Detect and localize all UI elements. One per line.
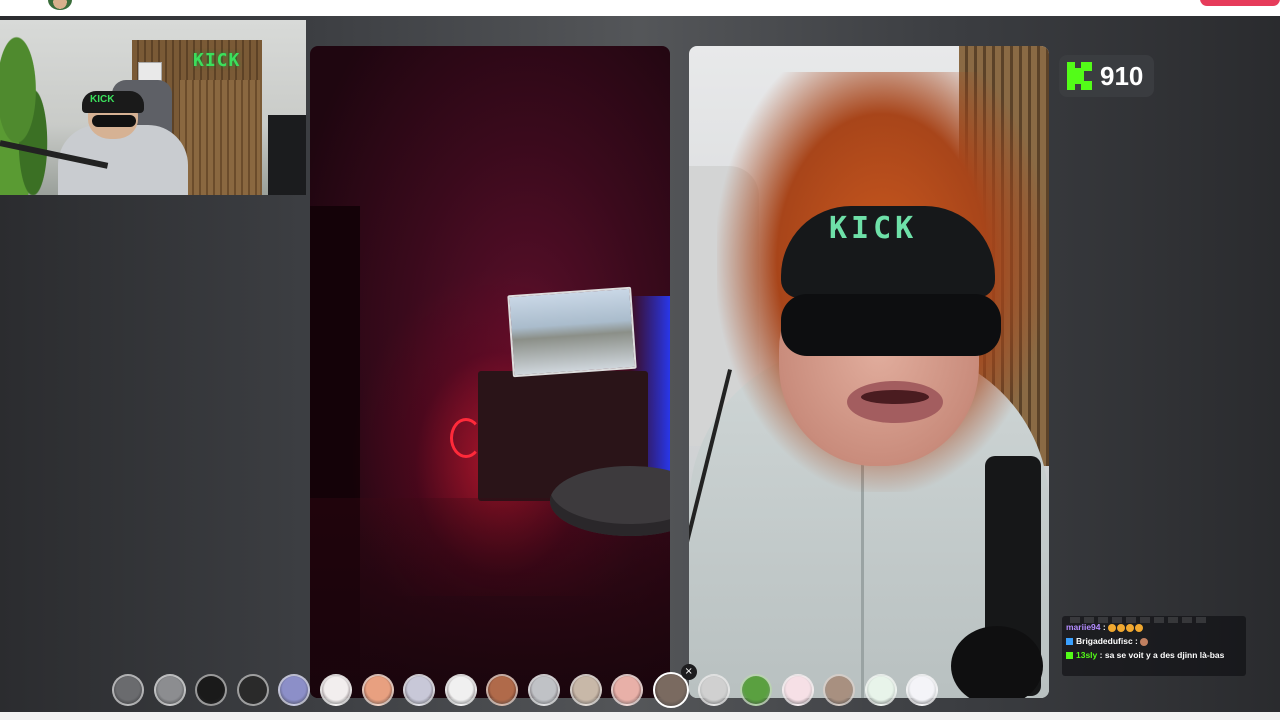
emote-icon [1108, 623, 1117, 632]
top-bar [0, 0, 1280, 16]
effect-pig-icon[interactable] [781, 674, 814, 706]
effect-grey-face-icon[interactable] [698, 674, 731, 706]
chat-message: 13sly : sa se voit y a des djinn là-bas [1066, 648, 1242, 662]
chat-username[interactable]: Brigadedufisc [1076, 636, 1133, 646]
effect-alien-icon[interactable] [739, 674, 772, 706]
effect-speed-icon[interactable] [236, 674, 269, 706]
sunglasses [781, 294, 1001, 356]
effect-panda-icon[interactable] [444, 674, 477, 706]
video-call-left-panel [310, 46, 670, 698]
plant-decoration [0, 20, 55, 195]
cap-logo: KICK [90, 94, 115, 105]
live-button[interactable] [1200, 0, 1280, 6]
emote-icon [1135, 623, 1144, 632]
chat-separator: : [1132, 636, 1141, 646]
chat-header [1070, 617, 1210, 623]
effect-robot-icon[interactable] [403, 674, 436, 706]
close-icon[interactable]: × [680, 664, 697, 680]
chat-messages: mariie94 : Brigadedufisc : 13sly : sa se… [1066, 620, 1242, 662]
viewer-count: 910 [1100, 60, 1144, 91]
cap-logo: KICK [829, 211, 918, 246]
user-badge-icon [1066, 638, 1073, 646]
effects-toolbar: × [112, 664, 958, 712]
effect-blush-icon[interactable] [611, 674, 644, 706]
effect-green-cat-icon[interactable] [864, 674, 897, 706]
chat-message: Brigadedufisc : [1066, 634, 1242, 648]
kick-logo-icon [1067, 62, 1092, 90]
effect-sheep-icon[interactable] [319, 674, 352, 706]
mouth-inner [861, 390, 929, 404]
emote-icon [1140, 637, 1149, 646]
effect-ghost-icon[interactable] [527, 674, 560, 706]
emote-icon [1117, 623, 1126, 632]
chat-username[interactable]: 13sly [1076, 650, 1097, 660]
streamer-avatar[interactable] [48, 0, 72, 10]
streamer: KICK [48, 91, 198, 195]
effect-none-icon[interactable] [112, 674, 144, 706]
effect-wig-icon[interactable]: × [652, 664, 697, 708]
pc-ring-light [450, 418, 482, 458]
effect-man-face-icon[interactable] [486, 674, 519, 706]
viewer-count-badge: 910 [1059, 55, 1154, 97]
effect-stars-icon[interactable] [906, 674, 939, 706]
effect-peach-icon[interactable] [361, 674, 394, 706]
chat-username[interactable]: mariie94 [1066, 622, 1101, 632]
chat-text: sa se voit y a des djinn là-bas [1104, 650, 1225, 660]
monitor [268, 115, 306, 195]
microphone [951, 626, 1043, 698]
user-badge-icon [1066, 652, 1073, 660]
streamer-webcam: KICK KICK [0, 20, 306, 195]
television [507, 286, 637, 378]
chat-overlay: mariie94 : Brigadedufisc : 13sly : sa se… [1062, 616, 1246, 676]
effect-blur-icon[interactable] [278, 674, 311, 706]
effect-sad-face-icon[interactable] [153, 674, 186, 706]
video-call-right-panel: KICK [689, 46, 1049, 698]
bottom-edge [0, 712, 1280, 720]
emote-icon [1126, 623, 1135, 632]
effect-devil-icon[interactable] [195, 674, 228, 706]
chat-separator: : [1097, 650, 1105, 660]
chat-separator: : [1100, 622, 1109, 632]
effect-mustache-icon[interactable] [569, 674, 602, 706]
effect-donkey-icon[interactable] [823, 674, 856, 706]
sunglasses [92, 115, 136, 127]
kick-neon-sign: KICK [193, 50, 241, 71]
